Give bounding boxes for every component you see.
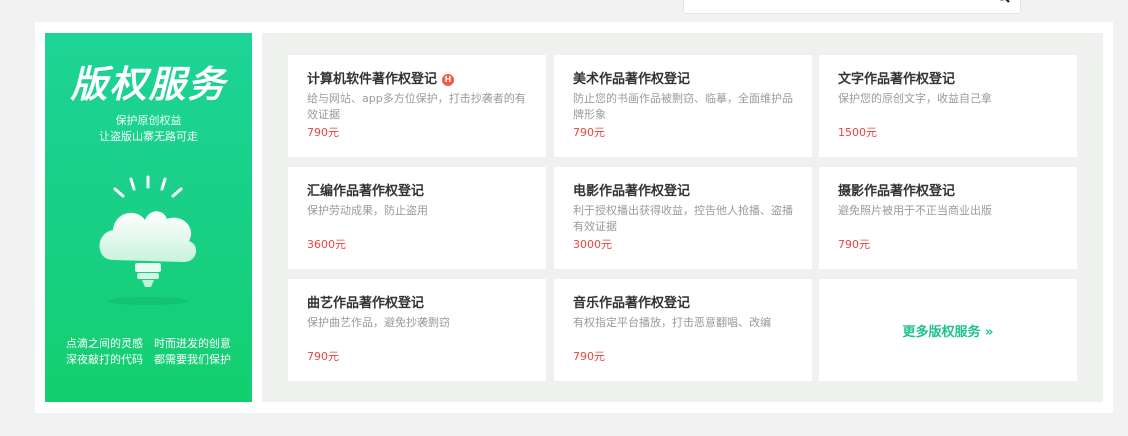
service-title: 计算机软件著作权登记 H	[307, 71, 528, 89]
service-card-software[interactable]: 计算机软件著作权登记 H 给与网站、app多方位保护，打击抄袭者的有效证据 79…	[288, 55, 546, 157]
promo-subtitle: 保护原创权益 让盗版山寨无路可走	[45, 113, 252, 145]
lightbulb-cloud-icon	[99, 175, 197, 305]
service-description: 避免照片被用于不正当商业出版	[838, 204, 992, 217]
search-box[interactable]	[683, 0, 1021, 14]
search-icon[interactable]	[996, 0, 1010, 3]
service-title: 音乐作品著作权登记	[573, 296, 691, 311]
service-price: 1500元	[838, 126, 877, 139]
service-price: 790元	[573, 126, 605, 139]
service-title-text: 计算机软件著作权登记	[307, 72, 438, 87]
promo-title: 版权服务	[70, 63, 227, 106]
service-description: 保护曲艺作品，避免抄袭剽窃	[307, 316, 450, 329]
promo-subtitle-line-1: 保护原创权益	[115, 114, 182, 127]
service-card-text[interactable]: 文字作品著作权登记 保护您的原创文字，收益自己拿 1500元	[819, 55, 1077, 157]
service-card-compilation[interactable]: 汇编作品著作权登记 保护劳动成果，防止盗用 3600元	[288, 167, 546, 269]
service-description: 保护您的原创文字，收益自己拿	[838, 92, 992, 105]
service-title: 汇编作品著作权登记	[307, 184, 425, 199]
service-card-film[interactable]: 电影作品著作权登记 利于授权播出获得收益，控告他人抢播、盗播有效证据 3000元	[554, 167, 812, 269]
service-description: 防止您的书画作品被剽窃、临摹，全面维护品牌形象	[573, 92, 793, 121]
service-description: 保护劳动成果，防止盗用	[307, 204, 428, 217]
service-price: 790元	[307, 126, 339, 139]
service-price: 790元	[307, 350, 339, 363]
more-services-card[interactable]: 更多版权服务 »	[819, 279, 1077, 381]
promo-footer-line-2: 深夜敲打的代码 都需要我们保护	[66, 353, 231, 366]
service-title: 摄影作品著作权登记	[838, 184, 956, 199]
service-title: 电影作品著作权登记	[573, 184, 691, 199]
service-description: 有权指定平台播放，打击恶意翻唱、改编	[573, 316, 771, 329]
promo-footer-line-1: 点滴之间的灵感 时而迸发的创意	[66, 337, 231, 350]
service-price: 3600元	[307, 238, 346, 251]
service-card-quyi[interactable]: 曲艺作品著作权登记 保护曲艺作品，避免抄袭剽窃 790元	[288, 279, 546, 381]
service-title: 美术作品著作权登记	[573, 72, 691, 87]
service-price: 3000元	[573, 238, 612, 251]
service-card-art[interactable]: 美术作品著作权登记 防止您的书画作品被剽窃、临摹，全面维护品牌形象 790元	[554, 55, 812, 157]
hot-badge: H	[442, 74, 455, 86]
copyright-services-section: 版权服务 保护原创权益 让盗版山寨无路可走 点滴之间的灵感 时而迸发的创意 深夜…	[35, 22, 1113, 413]
promo-subtitle-line-2: 让盗版山寨无路可走	[99, 130, 198, 143]
promo-footer: 点滴之间的灵感 时而迸发的创意 深夜敲打的代码 都需要我们保护	[45, 336, 252, 368]
service-price: 790元	[573, 350, 605, 363]
service-card-photo[interactable]: 摄影作品著作权登记 避免照片被用于不正当商业出版 790元	[819, 167, 1077, 269]
promo-banner[interactable]: 版权服务 保护原创权益 让盗版山寨无路可走 点滴之间的灵感 时而迸发的创意 深夜…	[45, 33, 252, 402]
service-title: 文字作品著作权登记	[838, 72, 956, 87]
more-services-link[interactable]: 更多版权服务 »	[819, 279, 1077, 381]
service-title: 曲艺作品著作权登记	[307, 296, 425, 311]
service-description: 利于授权播出获得收益，控告他人抢播、盗播有效证据	[573, 204, 793, 233]
services-grid: 计算机软件著作权登记 H 给与网站、app多方位保护，打击抄袭者的有效证据 79…	[262, 33, 1103, 402]
service-description: 给与网站、app多方位保护，打击抄袭者的有效证据	[307, 92, 526, 121]
service-card-music[interactable]: 音乐作品著作权登记 有权指定平台播放，打击恶意翻唱、改编 790元	[554, 279, 812, 381]
service-price: 790元	[838, 238, 870, 251]
